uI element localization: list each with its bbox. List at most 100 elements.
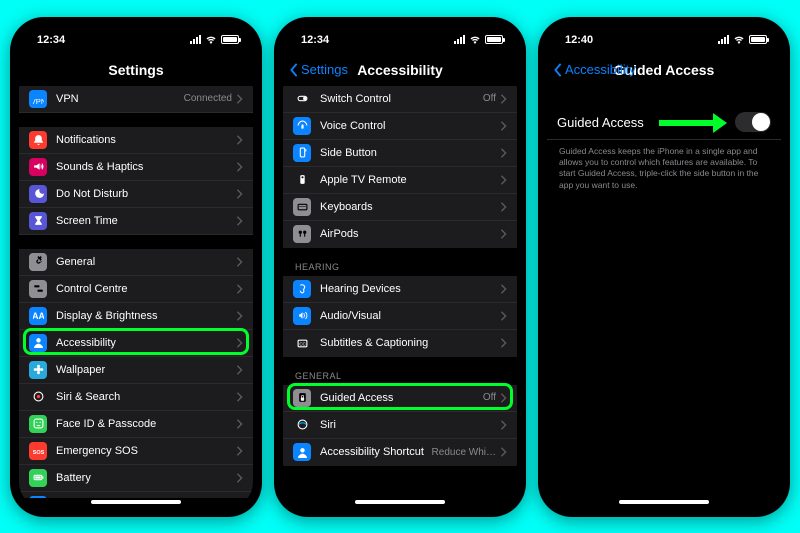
- row-control-centre[interactable]: Control Centre: [19, 276, 253, 303]
- hand-icon: [29, 496, 47, 498]
- siri2-icon: [293, 416, 311, 434]
- voice-icon: [293, 117, 311, 135]
- chevron-right-icon: [500, 202, 507, 212]
- row-label: Accessibility Shortcut: [320, 446, 432, 458]
- keyboard-icon: [293, 198, 311, 216]
- row-general[interactable]: General: [19, 249, 253, 276]
- person-icon: [29, 334, 47, 352]
- section-header-hearing: HEARING: [283, 262, 517, 276]
- row-subtitles-captioning[interactable]: CC Subtitles & Captioning: [283, 330, 517, 357]
- chevron-right-icon: [500, 229, 507, 239]
- cc-icon: CC: [293, 334, 311, 352]
- chevron-right-icon: [236, 189, 243, 199]
- row-accessibility[interactable]: Accessibility: [19, 330, 253, 357]
- row-detail: Off: [483, 392, 496, 403]
- row-emergency-sos[interactable]: SOS Emergency SOS: [19, 438, 253, 465]
- highlight-arrow: [659, 120, 717, 126]
- button-icon: [293, 144, 311, 162]
- row-siri-search[interactable]: Siri & Search: [19, 384, 253, 411]
- ear-icon: [293, 280, 311, 298]
- row-sounds-haptics[interactable]: Sounds & Haptics: [19, 154, 253, 181]
- row-label: Siri: [320, 419, 500, 431]
- hourglass-icon: [29, 212, 47, 230]
- iphone-mock-1: 12:34 Settings VPNVPNConnectedNotificati…: [10, 17, 262, 517]
- row-label: VPN: [56, 93, 184, 105]
- svg-text:CC: CC: [299, 341, 305, 346]
- back-label: Accessibility: [565, 62, 636, 77]
- wifi-icon: [205, 35, 217, 44]
- row-hearing-devices[interactable]: Hearing Devices: [283, 276, 517, 303]
- row-label: Display & Brightness: [56, 310, 236, 322]
- row-label: Audio/Visual: [320, 310, 500, 322]
- row-notifications[interactable]: Notifications: [19, 127, 253, 154]
- guided-access-content: Guided Access Guided Access keeps the iP…: [547, 86, 781, 498]
- back-button[interactable]: Accessibility: [553, 62, 636, 77]
- chevron-right-icon: [236, 392, 243, 402]
- row-accessibility-shortcut[interactable]: Accessibility ShortcutReduce Whi…: [283, 439, 517, 466]
- row-label: General: [56, 256, 236, 268]
- chevron-right-icon: [236, 162, 243, 172]
- home-indicator[interactable]: [619, 500, 709, 504]
- row-switch-control[interactable]: Switch ControlOff: [283, 86, 517, 113]
- notch: [609, 17, 719, 39]
- chevron-right-icon: [500, 175, 507, 185]
- row-side-button[interactable]: Side Button: [283, 140, 517, 167]
- row-label: Face ID & Passcode: [56, 418, 236, 430]
- row-label: Accessibility: [56, 337, 236, 349]
- chevron-right-icon: [236, 257, 243, 267]
- page-title: Settings: [108, 62, 163, 78]
- row-voice-control[interactable]: Voice Control: [283, 113, 517, 140]
- row-wallpaper[interactable]: Wallpaper: [19, 357, 253, 384]
- chevron-right-icon: [236, 94, 243, 104]
- toggle-switch[interactable]: [735, 112, 771, 132]
- notch: [345, 17, 455, 39]
- battery-icon: [485, 35, 503, 44]
- row-vpn[interactable]: VPNVPNConnected: [19, 86, 253, 113]
- switches-icon: [29, 280, 47, 298]
- row-label: Guided Access: [320, 392, 483, 404]
- signal-icon: [190, 35, 201, 44]
- row-privacy[interactable]: Privacy: [19, 492, 253, 498]
- row-do-not-disturb[interactable]: Do Not Disturb: [19, 181, 253, 208]
- row-siri[interactable]: Siri: [283, 412, 517, 439]
- row-label: Screen Time: [56, 215, 236, 227]
- row-face-id-passcode[interactable]: Face ID & Passcode: [19, 411, 253, 438]
- row-airpods[interactable]: AirPods: [283, 221, 517, 248]
- remote-icon: [293, 171, 311, 189]
- row-battery[interactable]: Battery: [19, 465, 253, 492]
- row-label: Siri & Search: [56, 391, 236, 403]
- status-time: 12:34: [301, 34, 329, 46]
- signal-icon: [454, 35, 465, 44]
- face-icon: [29, 415, 47, 433]
- row-label: Notifications: [56, 134, 236, 146]
- back-button[interactable]: Settings: [289, 62, 348, 77]
- row-keyboards[interactable]: Keyboards: [283, 194, 517, 221]
- row-guided-access[interactable]: Guided AccessOff: [283, 385, 517, 412]
- row-screen-time[interactable]: Screen Time: [19, 208, 253, 235]
- iphone-mock-3: 12:40 Accessibility Guided Access Guided…: [538, 17, 790, 517]
- chevron-right-icon: [236, 419, 243, 429]
- row-label: Switch Control: [320, 93, 483, 105]
- svg-text:AA: AA: [33, 311, 44, 321]
- chevron-right-icon: [500, 284, 507, 294]
- home-indicator[interactable]: [355, 500, 445, 504]
- row-label: AirPods: [320, 228, 500, 240]
- nav-bar: Settings: [19, 54, 253, 86]
- chevron-right-icon: [500, 311, 507, 321]
- svg-text:SOS: SOS: [33, 450, 44, 456]
- row-audio-visual[interactable]: Audio/Visual: [283, 303, 517, 330]
- row-label: Voice Control: [320, 120, 500, 132]
- chevron-right-icon: [236, 365, 243, 375]
- row-display-brightness[interactable]: AA Display & Brightness: [19, 303, 253, 330]
- nav-bar: Accessibility Guided Access: [547, 54, 781, 86]
- row-guided-access-toggle[interactable]: Guided Access: [547, 106, 781, 140]
- accessibility-list[interactable]: Switch ControlOffVoice ControlSide Butto…: [283, 86, 517, 498]
- row-label: Subtitles & Captioning: [320, 337, 500, 349]
- row-label: Side Button: [320, 147, 500, 159]
- row-label: Control Centre: [56, 283, 236, 295]
- settings-list[interactable]: VPNVPNConnected Notifications Sounds & Hap…: [19, 86, 253, 498]
- row-label: Battery: [56, 472, 236, 484]
- row-apple-tv-remote[interactable]: Apple TV Remote: [283, 167, 517, 194]
- row-label: Emergency SOS: [56, 445, 236, 457]
- home-indicator[interactable]: [91, 500, 181, 504]
